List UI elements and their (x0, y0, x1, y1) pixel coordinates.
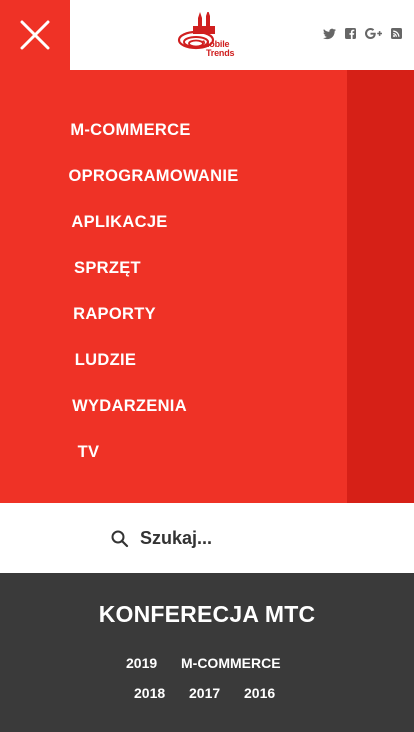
menu-item-m-commerce[interactable]: M-COMMERCE (0, 118, 284, 142)
facebook-icon (345, 28, 356, 39)
menu-item-wydarzenia[interactable]: WYDARZENIA (0, 394, 283, 418)
close-icon (20, 20, 50, 50)
menu-item-raporty[interactable]: RAPORTY (0, 302, 268, 326)
footer-link-2017[interactable]: 2017 (189, 684, 220, 702)
menu-item-oprogramowanie[interactable]: OPROGRAMOWANIE (0, 164, 307, 188)
logo-text-trends: Trends (206, 48, 235, 58)
footer-link-2016[interactable]: 2016 (244, 684, 275, 702)
menu-item-aplikacje[interactable]: APLIKACJE (0, 210, 273, 234)
footer (0, 573, 414, 732)
twitter-link[interactable] (323, 28, 336, 42)
footer-link-m-commerce[interactable]: M-COMMERCE (181, 654, 281, 672)
close-menu-button[interactable] (0, 0, 70, 70)
search-input[interactable] (138, 524, 342, 552)
conference-title: KONFERECJA MTC (98, 601, 316, 627)
menu-item-tv[interactable]: TV (0, 440, 242, 464)
mobile-trends-logo[interactable]: Mobile Trends (176, 12, 238, 60)
google-plus-icon (365, 28, 382, 39)
search-icon[interactable] (111, 530, 129, 548)
header: Mobile Trends (0, 0, 414, 70)
menu-item-sprzet[interactable]: SPRZĘT (0, 256, 261, 280)
footer-link-2019[interactable]: 2019 (126, 654, 157, 672)
footer-link-2018[interactable]: 2018 (134, 684, 165, 702)
rss-link[interactable] (391, 28, 402, 42)
rss-icon (391, 28, 402, 39)
twitter-icon (323, 28, 336, 40)
facebook-link[interactable] (345, 28, 356, 42)
menu-overlay-edge[interactable] (347, 70, 414, 503)
main-menu: M-COMMERCE OPROGRAMOWANIE APLIKACJE SPRZ… (0, 70, 347, 503)
menu-item-ludzie[interactable]: LUDZIE (0, 348, 259, 372)
google-plus-link[interactable] (365, 28, 382, 42)
